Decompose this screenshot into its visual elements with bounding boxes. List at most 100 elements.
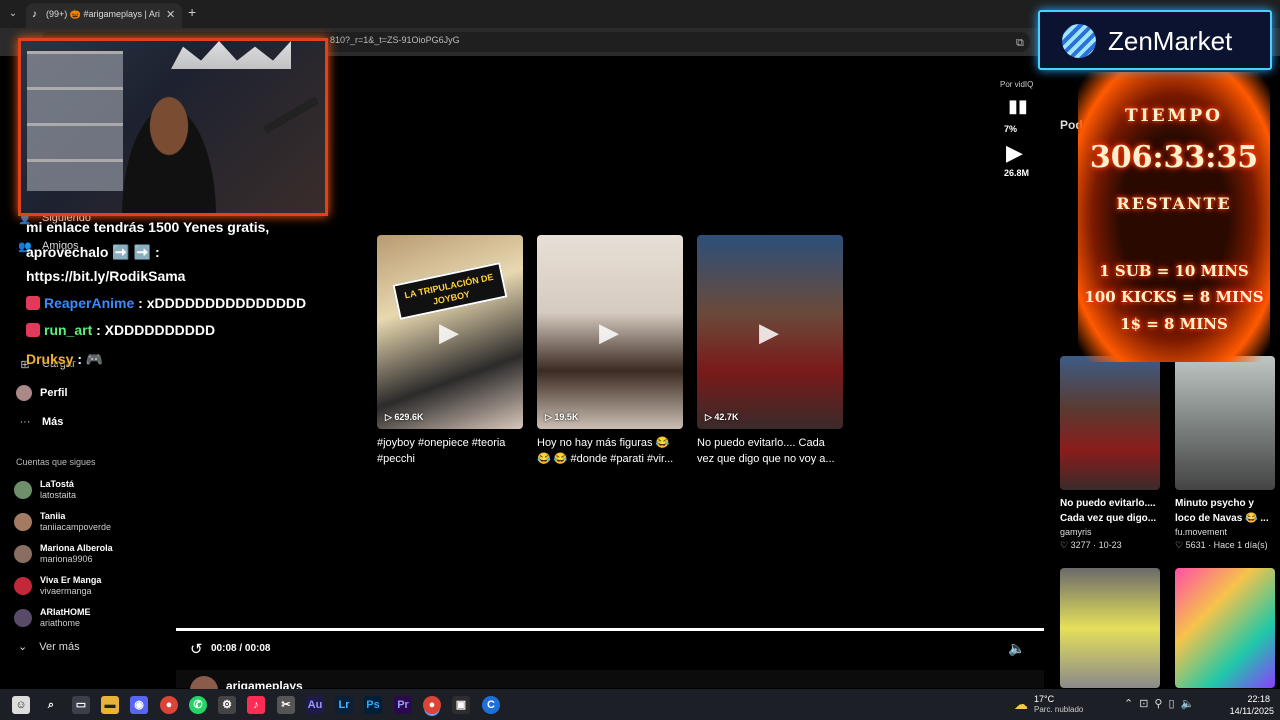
video-thumbnail[interactable]: ▶ ▷ 42.7K <box>697 235 843 429</box>
chrome-icon[interactable]: ● <box>160 696 178 714</box>
system-tray-icons[interactable]: ⌃⊡⚲▯🔈 <box>1124 697 1200 710</box>
video-caption[interactable]: #joyboy #onepiece #teoria #pecchi <box>377 435 523 467</box>
play-icon[interactable]: ▶ <box>1006 140 1023 166</box>
video-thumbnail[interactable]: ▶ ▷ 19.5K <box>537 235 683 429</box>
video-caption[interactable]: Hoy no hay más figuras 😂 😂 😂 #donde #par… <box>537 435 683 467</box>
lightroom-icon[interactable]: Lr <box>335 696 353 714</box>
vidiq-views: 26.8M <box>1004 168 1030 178</box>
chat-username: run_art <box>44 322 93 338</box>
app-c-icon[interactable]: C <box>482 696 500 714</box>
file-explorer-icon[interactable]: ▬ <box>101 696 119 714</box>
timer-rule: 1 SUB = 10 MINS <box>1099 262 1249 280</box>
timer-rule: 1$ = 8 MINS <box>1120 315 1228 333</box>
webcam-mic-arm <box>263 96 319 134</box>
active-tab[interactable]: ♪ (99+) 🎃 #arigameplays | Ari Ga ✕ <box>26 3 182 28</box>
sidebar-item-more[interactable]: ··· Más <box>16 412 64 432</box>
recommended-video[interactable] <box>1060 568 1160 688</box>
chrome-active-icon[interactable]: ● <box>423 696 441 714</box>
webcam-streamer <box>109 77 229 213</box>
avatar <box>14 513 32 531</box>
task-view-icon[interactable]: ▭ <box>72 696 90 714</box>
sidebar-item-label: Perfil <box>40 387 68 399</box>
audition-icon[interactable]: Au <box>306 696 324 714</box>
video-card[interactable]: ▶ ▷ 19.5K Hoy no hay más figuras 😂 😂 😂 #… <box>537 235 683 467</box>
avatar-start-icon[interactable]: ☺ <box>12 696 30 714</box>
sidebar-item-label: Más <box>42 416 64 428</box>
video-thumbnail[interactable]: LA TRIPULACIÓN DE JOYBOY ▶ ▷ 629.6K <box>377 235 523 429</box>
chat-line: https://bit.ly/RodikSama <box>26 268 186 284</box>
tab-close-icon[interactable]: ✕ <box>166 8 175 21</box>
video-author[interactable]: gamyris <box>1060 527 1160 537</box>
video-thumbnail[interactable] <box>1060 568 1160 688</box>
weather-description: Parc. nublado <box>1034 705 1084 714</box>
webcam-overlay <box>18 38 328 216</box>
video-thumbnail[interactable] <box>1175 568 1275 688</box>
video-caption[interactable]: No puedo evitarlo.... Cada vez que digo … <box>697 435 843 467</box>
settings-gear-icon[interactable]: ⚙ <box>218 696 236 714</box>
sidebar-item-profile[interactable]: Perfil <box>16 383 68 403</box>
play-icon: ▶ <box>599 317 619 347</box>
playback-time: 00:08 / 00:08 <box>211 643 271 654</box>
new-tab-button[interactable]: + <box>188 4 196 20</box>
weather-temperature: 17°C <box>1034 694 1055 704</box>
clock-time[interactable]: 22:18 <box>1230 694 1270 704</box>
timer-rule: 100 KICKS = 8 MINS <box>1084 288 1264 306</box>
chat-username: Druksy <box>26 351 74 367</box>
recommended-video[interactable]: Minuto psycho y loco de Navas 😂 ... fu.m… <box>1175 356 1275 551</box>
volume-icon[interactable]: 🔈 <box>1008 640 1025 657</box>
recommended-video[interactable] <box>1175 568 1275 688</box>
capcut-icon[interactable]: ✂ <box>277 696 295 714</box>
followed-account[interactable]: Mariona Alberola mariona9906 <box>14 541 174 567</box>
video-thumbnail[interactable] <box>1060 356 1160 490</box>
account-handle: latostaita <box>40 490 77 500</box>
chat-text: : XDDDDDDDDDD <box>92 322 216 338</box>
video-title: No puedo evitarlo.... Cada vez que digo.… <box>1060 498 1157 524</box>
tiktok-favicon-icon: ♪ <box>32 9 37 20</box>
premiere-icon[interactable]: Pr <box>394 696 412 714</box>
video-card[interactable]: ▶ ▷ 42.7K No puedo evitarlo.... Cada vez… <box>697 235 843 467</box>
stats-bars-icon[interactable]: ▮▮ <box>1008 96 1028 117</box>
tiktok-icon[interactable]: ♪ <box>247 696 265 714</box>
followed-account[interactable]: ARIatHOME ariathome <box>14 605 174 631</box>
chat-badge-icon <box>26 323 40 337</box>
replay-icon[interactable]: ↺ <box>190 640 203 658</box>
followed-account[interactable]: LaTostá latostaita <box>14 477 174 503</box>
video-progress-bar[interactable] <box>176 628 1044 631</box>
chat-text: : xDDDDDDDDDDDDDDD <box>134 295 307 311</box>
view-count: ▷ 19.5K <box>545 412 579 422</box>
timer-value: 306:33:35 <box>1089 140 1259 175</box>
view-count: ▷ 42.7K <box>705 412 739 422</box>
terminal-icon[interactable]: ▣ <box>452 696 470 714</box>
install-app-icon[interactable]: ⧉ <box>1016 37 1024 50</box>
timer-sublabel: RESTANTE <box>1116 194 1232 213</box>
chevron-down-icon: ⌄ <box>18 641 28 653</box>
recommended-video[interactable]: No puedo evitarlo.... Cada vez que digo.… <box>1060 356 1160 551</box>
play-icon: ▶ <box>759 317 779 347</box>
account-handle: vivaermanga <box>40 586 92 596</box>
discord-icon[interactable]: ◉ <box>130 696 148 714</box>
video-card[interactable]: LA TRIPULACIÓN DE JOYBOY ▶ ▷ 629.6K #joy… <box>377 235 523 467</box>
clock-date[interactable]: 14/11/2025 <box>1224 706 1274 716</box>
video-author[interactable]: fu.movement <box>1175 527 1275 537</box>
vidiq-label: Por vidIQ <box>1000 80 1034 89</box>
tab-list-button[interactable]: ⌄ <box>4 5 22 23</box>
account-handle: mariona9906 <box>40 554 93 564</box>
followed-account[interactable]: Viva Er Manga vivaermanga <box>14 573 174 599</box>
creator-row: arigameplays <box>176 670 1044 704</box>
followed-account[interactable]: Taniia taniiacampoverde <box>14 509 174 535</box>
zenmarket-logo-icon <box>1062 24 1096 58</box>
url-text: 810?_r=1&_t=ZS-91OioPG6JyG <box>330 35 460 45</box>
chat-text: : 🎮 <box>73 351 104 367</box>
taskbar: ☺ ⌕ ▭ ▬ ◉ ● ✆ ⚙ ♪ ✂ Au Lr Ps Pr ● ▣ C ☁ … <box>0 689 1280 720</box>
sponsor-banner: ZenMarket <box>1038 10 1272 70</box>
account-handle: ariathome <box>40 618 81 628</box>
see-more-button[interactable]: ⌄ Ver más <box>18 640 80 654</box>
whatsapp-icon[interactable]: ✆ <box>189 696 207 714</box>
avatar <box>14 609 32 627</box>
webcam-crown-decor <box>171 41 291 69</box>
search-icon[interactable]: ⌕ <box>42 696 60 714</box>
account-handle: taniiacampoverde <box>40 522 112 532</box>
photoshop-icon[interactable]: Ps <box>364 696 382 714</box>
video-thumbnail[interactable] <box>1175 356 1275 490</box>
thumbnail-banner: LA TRIPULACIÓN DE JOYBOY <box>392 261 508 321</box>
